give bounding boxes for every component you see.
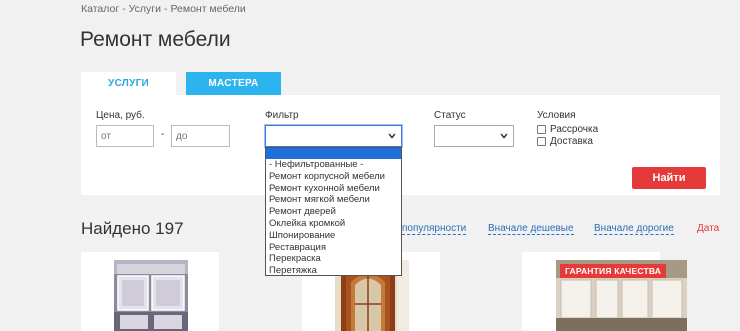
status-select[interactable] — [434, 125, 514, 147]
dropdown-option[interactable]: Ремонт мягкой мебели — [266, 194, 401, 206]
filter-label: Фильтр — [265, 110, 299, 121]
service-photo[interactable] — [114, 260, 188, 331]
delivery-checkbox[interactable] — [537, 137, 546, 146]
dropdown-option[interactable]: Перекраска — [266, 253, 401, 265]
dropdown-option[interactable]: Ремонт корпусной мебели — [266, 171, 401, 183]
price-from-input[interactable] — [96, 125, 154, 147]
delivery-label: Доставка — [550, 136, 593, 147]
status-label: Статус — [434, 110, 466, 121]
price-label: Цена, руб. — [96, 110, 145, 121]
conditions-label: Условия — [537, 110, 576, 121]
quality-guarantee-badge: ГАРАНТИЯ КАЧЕСТВА — [560, 264, 667, 278]
installment-option[interactable]: Рассрочка — [537, 124, 598, 135]
dropdown-option[interactable]: Реставрация — [266, 242, 401, 254]
service-card[interactable] — [81, 252, 219, 331]
service-photo[interactable]: ГАРАНТИЯ КАЧЕСТВА — [556, 260, 687, 331]
dropdown-option[interactable]: Шпонирование — [266, 230, 401, 242]
installment-label: Рассрочка — [550, 124, 599, 135]
page-title: Ремонт мебели — [80, 28, 231, 51]
tab-masters[interactable]: МАСТЕРА — [186, 72, 281, 96]
dropdown-option[interactable]: Оклейка кромкой — [266, 218, 401, 230]
dropdown-option[interactable]: Ремонт кухонной мебели — [266, 183, 401, 195]
filter-select[interactable] — [265, 125, 402, 147]
sort-cheap-first-link[interactable]: Вначале дешевые — [488, 223, 574, 235]
breadcrumb-current: Ремонт мебели — [170, 3, 246, 15]
results-count: Найдено 197 — [81, 219, 184, 238]
price-dash: - — [161, 129, 165, 140]
dropdown-option[interactable]: Перетяжка — [266, 265, 401, 277]
service-card[interactable]: ГАРАНТИЯ КАЧЕСТВА — [522, 252, 687, 331]
breadcrumb-catalog[interactable]: Каталог — [81, 3, 119, 15]
breadcrumb: Каталог - Услуги - Ремонт мебели — [81, 3, 246, 15]
find-button[interactable]: Найти — [632, 167, 706, 189]
tab-services[interactable]: УСЛУГИ — [81, 72, 176, 96]
dropdown-selected-option[interactable] — [266, 148, 401, 159]
dropdown-option[interactable]: Ремонт дверей — [266, 206, 401, 218]
installment-checkbox[interactable] — [537, 125, 546, 134]
breadcrumb-separator: - — [122, 3, 126, 15]
filter-dropdown-list[interactable]: - Нефильтрованные - Ремонт корпусной меб… — [265, 147, 402, 276]
sort-date-link[interactable]: Дата — [697, 223, 719, 234]
sort-expensive-first-link[interactable]: Вначале дорогие — [594, 223, 674, 235]
dropdown-option[interactable]: - Нефильтрованные - — [266, 159, 401, 171]
chevron-down-icon — [388, 131, 396, 141]
chevron-down-icon — [500, 131, 508, 141]
sort-popular-link[interactable]: популярности — [402, 223, 467, 235]
price-to-input[interactable] — [171, 125, 230, 147]
breadcrumb-services[interactable]: Услуги — [129, 3, 161, 15]
breadcrumb-separator: - — [163, 3, 168, 15]
delivery-option[interactable]: Доставка — [537, 136, 593, 147]
